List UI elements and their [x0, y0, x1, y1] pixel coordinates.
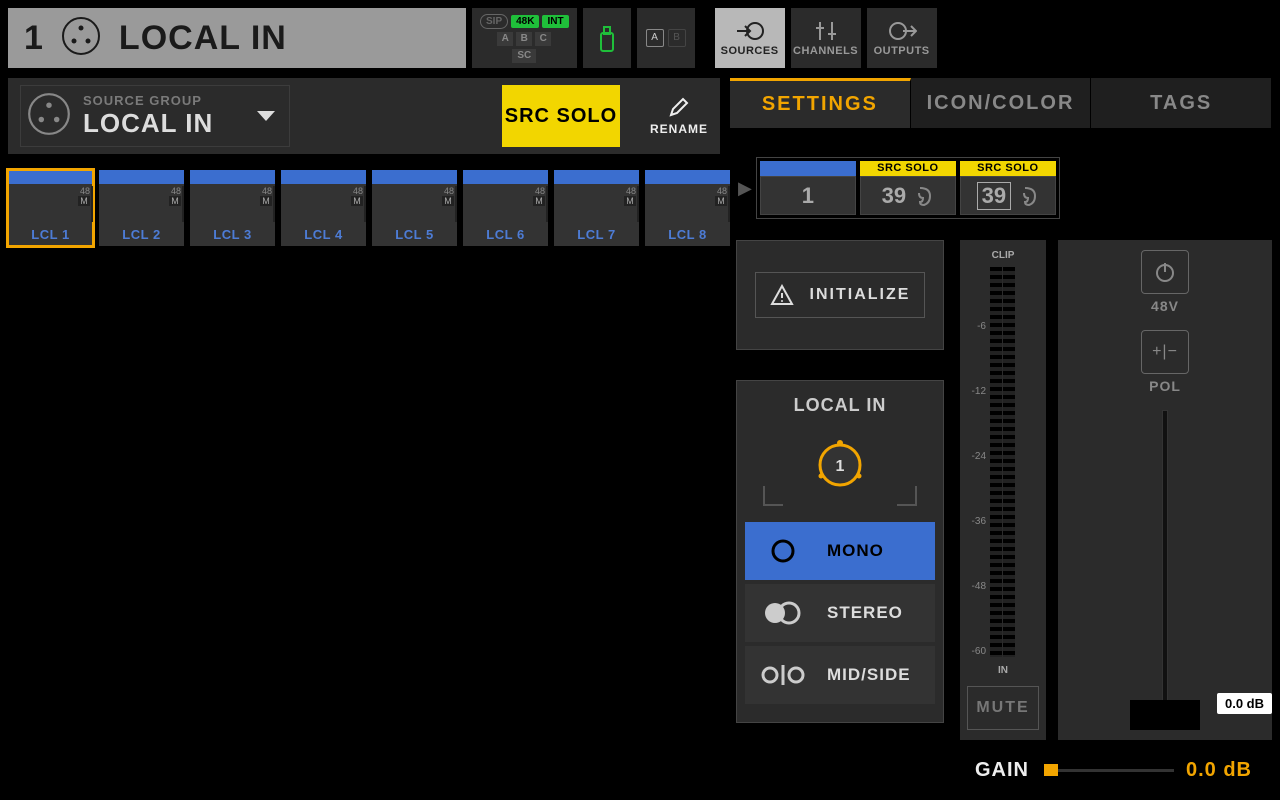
xlr-icon	[27, 92, 71, 141]
polarity-icon: +|−	[1152, 343, 1178, 361]
meter-panel: CLIP -6-12-24-36-48-60 IN MUTE	[960, 240, 1046, 740]
gain-value: 0.0 dB	[1174, 759, 1252, 782]
local-in-title: LOCAL IN	[745, 395, 935, 416]
source-tile[interactable]: 48MLCL 2	[99, 170, 184, 246]
sel-cell[interactable]: 1	[760, 161, 856, 215]
polarity-label: POL	[1149, 378, 1181, 394]
ear-icon	[1019, 185, 1039, 207]
clock-indicator: INT	[542, 15, 568, 28]
svg-text:1: 1	[836, 458, 845, 475]
source-tile[interactable]: 48MLCL 1	[8, 170, 93, 246]
input-meter: -6-12-24-36-48-60	[990, 267, 1016, 657]
source-group-label: SOURCE GROUP	[83, 93, 213, 108]
source-tile[interactable]: 48MLCL 6	[463, 170, 548, 246]
sip-indicator: SIP	[480, 14, 508, 29]
tab-settings[interactable]: SETTINGS	[730, 78, 911, 128]
xlr-icon	[61, 16, 101, 61]
gain-label: GAIN	[960, 759, 1044, 782]
sources-icon	[735, 19, 765, 43]
gain-readout: 0.0 dB	[1217, 693, 1272, 714]
source-tile[interactable]: 48MLCL 4	[281, 170, 366, 246]
rename-button[interactable]: RENAME	[650, 96, 708, 136]
channels-icon	[811, 19, 841, 43]
polarity-button[interactable]: +|−	[1141, 330, 1189, 374]
mute-button[interactable]: MUTE	[967, 686, 1039, 730]
mono-icon	[761, 538, 805, 564]
mode-midside-button[interactable]: MID/SIDE	[745, 646, 935, 704]
slot-a: A	[497, 32, 513, 46]
phantom-48v-label: 48V	[1151, 298, 1179, 314]
gain-row: GAIN 0.0 dB	[960, 746, 1252, 794]
source-tile[interactable]: 48MLCL 7	[554, 170, 639, 246]
gain-panel: 48V +|− POL 0.0 dB	[1058, 240, 1272, 740]
nav-sources[interactable]: SOURCES	[715, 8, 785, 68]
scene-ab-button[interactable]: A B	[637, 8, 695, 68]
mode-mono-button[interactable]: MONO	[745, 522, 935, 580]
outputs-icon	[887, 19, 917, 43]
knob-icon[interactable]: 1	[811, 436, 869, 499]
channel-title: LOCAL IN	[119, 19, 287, 58]
warning-icon	[770, 284, 794, 306]
channel-number: 1	[24, 19, 43, 58]
initialize-panel: INITIALIZE	[736, 240, 944, 350]
scene-b: B	[668, 29, 686, 47]
source-tile[interactable]: 48MLCL 8	[645, 170, 730, 246]
channel-header: 1 LOCAL IN	[8, 8, 466, 68]
src-solo-button[interactable]: SRC SOLO	[502, 85, 620, 147]
usb-button[interactable]	[583, 8, 631, 68]
source-tile[interactable]: 48MLCL 5	[372, 170, 457, 246]
sc-indicator: SC	[512, 49, 536, 63]
slot-c: C	[535, 32, 551, 46]
source-tile[interactable]: 48MLCL 3	[190, 170, 275, 246]
nav-outputs[interactable]: OUTPUTS	[867, 8, 937, 68]
rate-indicator: 48K	[511, 15, 539, 28]
source-group-dropdown[interactable]: SOURCE GROUP LOCAL IN	[20, 85, 290, 147]
tab-tags[interactable]: TAGS	[1091, 78, 1272, 128]
gain-slider[interactable]	[1044, 758, 1174, 782]
power-icon	[1153, 260, 1177, 284]
pencil-icon	[668, 96, 690, 118]
selection-strip: ▶ 1 SRC SOLO 39 SRC SOLO 39	[730, 152, 1070, 224]
clip-label: CLIP	[992, 250, 1015, 261]
gain-fader[interactable]	[1145, 410, 1185, 730]
nav-channels[interactable]: CHANNELS	[791, 8, 861, 68]
usb-icon	[596, 23, 618, 53]
slot-b: B	[516, 32, 532, 46]
status-indicators[interactable]: SIP 48K INT A B C SC	[472, 8, 577, 68]
chevron-down-icon	[257, 111, 275, 121]
mode-stereo-button[interactable]: STEREO	[745, 584, 935, 642]
scene-a: A	[646, 29, 664, 47]
sel-cell[interactable]: SRC SOLO 39	[960, 161, 1056, 215]
in-label: IN	[998, 665, 1008, 676]
source-group-value: LOCAL IN	[83, 108, 213, 139]
ear-icon	[914, 185, 934, 207]
tab-icon-color[interactable]: ICON/COLOR	[911, 78, 1092, 128]
phantom-48v-button[interactable]	[1141, 250, 1189, 294]
local-in-panel: LOCAL IN 1 MONO STEREO MID/SIDE	[736, 380, 944, 723]
source-group-row: SOURCE GROUP LOCAL IN SRC SOLO RENAME	[8, 78, 720, 154]
sel-cell[interactable]: SRC SOLO 39	[860, 161, 956, 215]
arrow-right-icon: ▶	[738, 178, 752, 199]
source-tiles: 48MLCL 1 48MLCL 2 48MLCL 3 48MLCL 4 48ML…	[8, 170, 730, 246]
midside-icon	[761, 662, 805, 688]
initialize-button[interactable]: INITIALIZE	[755, 272, 925, 318]
stereo-icon	[761, 600, 805, 626]
